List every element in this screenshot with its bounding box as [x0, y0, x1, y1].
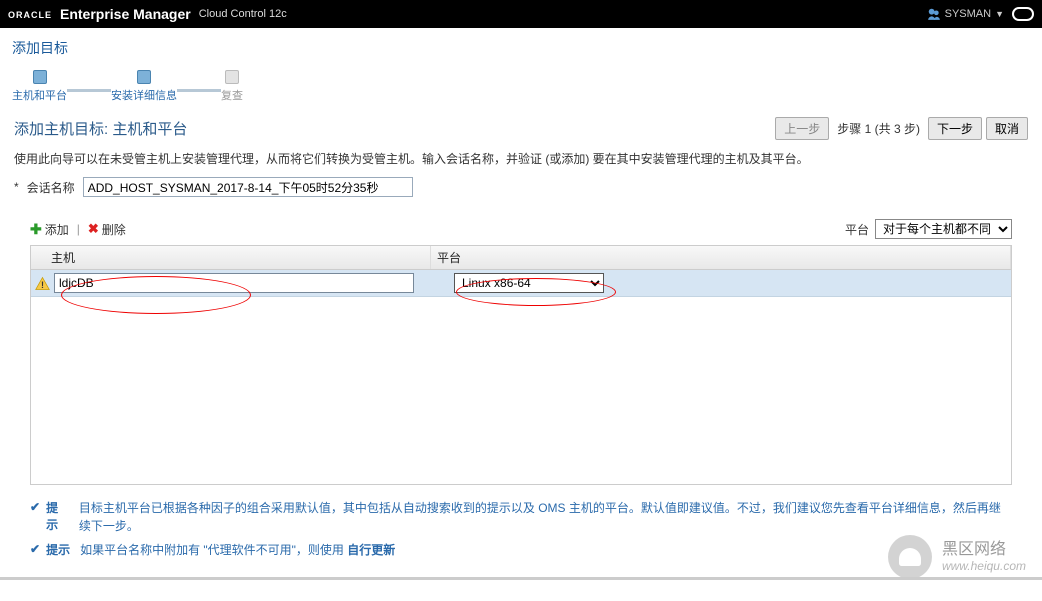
hint1-text: 目标主机平台已根据各种因子的组合采用默认值，其中包括从自动搜索收到的提示以及 O…: [79, 499, 1012, 535]
wizard-step-2[interactable]: 安装详细信息: [111, 70, 177, 103]
separator: |: [77, 222, 80, 236]
watermark-icon: [888, 535, 932, 579]
app-title: Enterprise Manager: [60, 6, 191, 22]
plus-icon: ✚: [30, 221, 42, 238]
toolbar-left: ✚ 添加 | ✖ 删除: [30, 221, 126, 238]
toolbar-right: 平台 对于每个主机都不同: [845, 219, 1012, 239]
col-platform: 平台: [431, 246, 1011, 269]
info-icon: ✔: [30, 542, 40, 556]
session-name-input[interactable]: [83, 177, 413, 197]
cancel-button[interactable]: 取消: [986, 117, 1028, 140]
table-toolbar: ✚ 添加 | ✖ 删除 平台 对于每个主机都不同: [0, 215, 1042, 243]
hint2-prefix: 如果平台名称中附加有 "代理软件不可用"，则使用: [80, 543, 347, 557]
help-icon[interactable]: [1012, 7, 1034, 21]
next-button[interactable]: 下一步: [928, 117, 982, 140]
header-left: ORACLE Enterprise Manager Cloud Control …: [8, 5, 287, 23]
wizard-step2-label: 安装详细信息: [111, 87, 177, 103]
table-header: 主机 平台: [31, 246, 1011, 270]
section-description: 使用此向导可以在未受管主机上安装管理代理，从而将它们转换为受管主机。输入会话名称…: [0, 144, 1042, 175]
watermark-text: 黑区网络: [942, 541, 1026, 559]
col-host: 主机: [31, 246, 431, 269]
page-title: 添加目标: [0, 28, 1042, 64]
hints-section: ✔ 提示 目标主机平台已根据各种因子的组合采用默认值，其中包括从自动搜索收到的提…: [30, 499, 1012, 559]
session-name-row: * 会话名称: [0, 175, 1042, 209]
header-right: SYSMAN ▼: [927, 7, 1034, 21]
info-icon: ✔: [30, 500, 40, 514]
wizard-step-3: 复查: [221, 70, 243, 103]
user-menu[interactable]: SYSMAN ▼: [927, 7, 1004, 21]
platform-mode-select[interactable]: 对于每个主机都不同: [875, 219, 1012, 239]
session-name-label: 会话名称: [27, 179, 75, 196]
step-box-icon: [33, 70, 47, 84]
hint-row: ✔ 提示 目标主机平台已根据各种因子的组合采用默认值，其中包括从自动搜索收到的提…: [30, 499, 1012, 535]
watermark-url: www.heiqu.com: [942, 559, 1026, 573]
footer-divider: [0, 577, 1042, 580]
hint-label: 提示: [46, 499, 69, 533]
brand-text: ORACLE: [8, 10, 52, 20]
wizard-connector: [67, 89, 111, 92]
nav-buttons: 上一步 步骤 1 (共 3 步) 下一步 取消: [775, 117, 1028, 140]
step-box-icon: [137, 70, 151, 84]
section-header: 添加主机目标: 主机和平台 上一步 步骤 1 (共 3 步) 下一步 取消: [0, 107, 1042, 144]
chevron-down-icon: ▼: [995, 9, 1004, 19]
warning-icon: !: [35, 276, 50, 291]
wizard-step3-label: 复查: [221, 87, 243, 103]
watermark: 黑区网络 www.heiqu.com: [888, 535, 1026, 579]
hint2-text: 如果平台名称中附加有 "代理软件不可用"，则使用 自行更新: [80, 541, 395, 559]
wizard-steps: 主机和平台 安装详细信息 复查: [0, 64, 1042, 107]
oracle-logo: ORACLE: [8, 5, 52, 23]
prev-button[interactable]: 上一步: [775, 117, 829, 140]
user-icon: [927, 7, 941, 21]
svg-text:!: !: [41, 280, 44, 290]
app-subtitle: Cloud Control 12c: [199, 8, 287, 20]
step-box-icon: [225, 70, 239, 84]
platform-label: 平台: [845, 221, 869, 238]
annotation-circle: [456, 278, 616, 306]
annotation-circle: [61, 276, 251, 314]
section-title: 添加主机目标: 主机和平台: [14, 118, 187, 139]
delete-button[interactable]: ✖ 删除: [88, 221, 126, 238]
add-label: 添加: [45, 221, 69, 238]
required-marker: *: [14, 180, 19, 194]
self-update-link[interactable]: 自行更新: [347, 543, 395, 557]
hosts-table: 主机 平台 ! Linux x86-64: [30, 245, 1012, 485]
cross-icon: ✖: [88, 221, 99, 237]
hint-row: ✔ 提示 如果平台名称中附加有 "代理软件不可用"，则使用 自行更新: [30, 541, 1012, 559]
app-header: ORACLE Enterprise Manager Cloud Control …: [0, 0, 1042, 28]
hint-label: 提示: [46, 541, 70, 558]
step-indicator: 步骤 1 (共 3 步): [837, 120, 920, 137]
user-name: SYSMAN: [945, 8, 991, 20]
delete-label: 删除: [102, 221, 126, 238]
wizard-step1-label: 主机和平台: [12, 87, 67, 103]
wizard-step-1[interactable]: 主机和平台: [12, 70, 67, 103]
add-button[interactable]: ✚ 添加: [30, 221, 69, 238]
wizard-connector: [177, 89, 221, 92]
